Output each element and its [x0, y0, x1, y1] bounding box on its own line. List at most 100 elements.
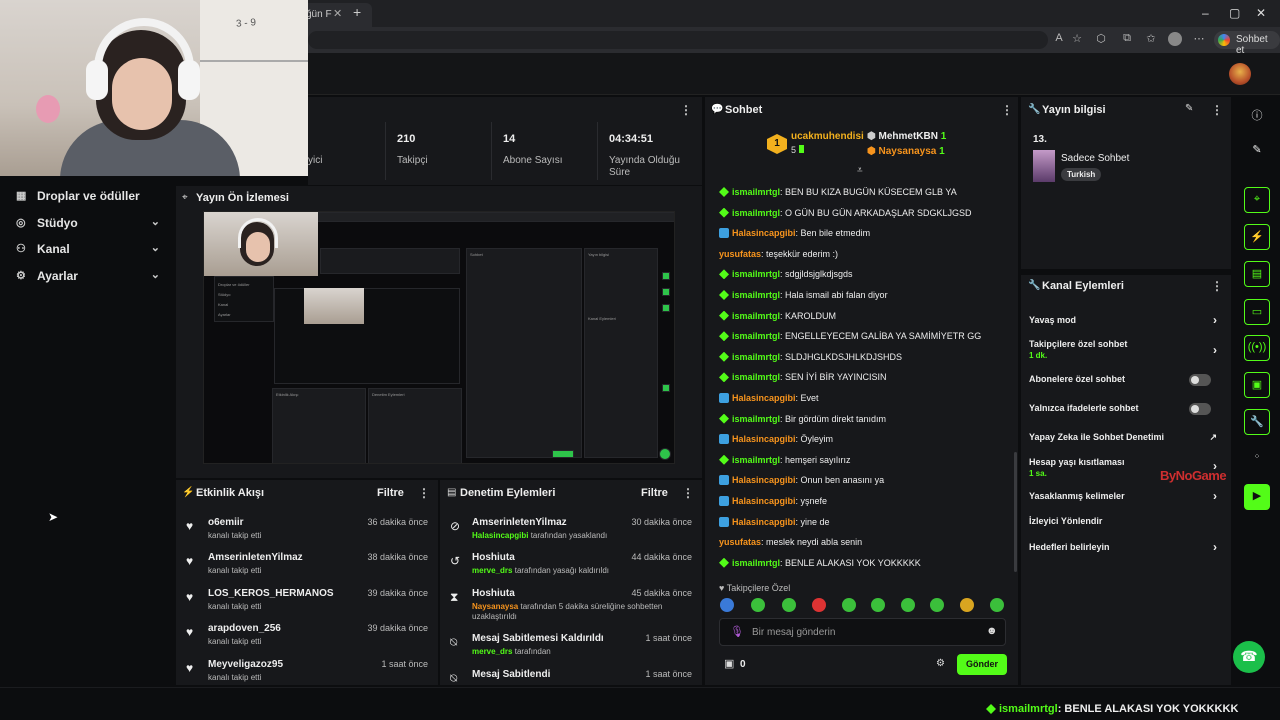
edit-icon[interactable]: ✎	[1185, 103, 1193, 114]
category-name[interactable]: Sadece Sohbet	[1061, 153, 1129, 164]
preview-toggle-icon[interactable]: ⌖	[1244, 187, 1270, 213]
chat-username[interactable]: ismailmrtgl	[732, 269, 780, 279]
chat-username[interactable]: ismailmrtgl	[732, 331, 780, 341]
emote-icon[interactable]	[990, 598, 1004, 612]
goals-row[interactable]: Hedefleri belirleyin ›	[1029, 540, 1225, 554]
lightning-icon[interactable]: ⚡	[1244, 224, 1270, 250]
store-icon[interactable]: ▣	[724, 657, 734, 670]
sidebar-item-studio[interactable]: ◎ Stüdyo ⌄	[16, 215, 166, 233]
activity-user[interactable]: Meyveligazoz95	[208, 659, 283, 670]
sidebar-item-channel[interactable]: ⚇ Kanal ⌄	[16, 241, 166, 259]
url-input[interactable]	[308, 31, 1048, 49]
top-user-3[interactable]: Naysanaysa	[879, 146, 937, 157]
microphone-icon[interactable]: 🎙	[730, 625, 744, 638]
emote-only-toggle[interactable]	[1189, 403, 1211, 415]
favorites-icon[interactable]: ✩	[1144, 32, 1158, 46]
new-tab-icon[interactable]: +	[353, 4, 361, 20]
banned-words-row[interactable]: Yasaklanmış kelimeler ›	[1029, 489, 1225, 503]
chat-username[interactable]: yusufatas	[719, 249, 761, 259]
sidebar-item-settings[interactable]: ⚙ Ayarlar ⌄	[16, 268, 166, 286]
maximize-icon[interactable]: ▢	[1229, 6, 1240, 20]
followers-chat-row[interactable]: Takipçilere özel sohbet 1 dk. ›	[1029, 339, 1225, 360]
ai-moderation-row[interactable]: Yapay Zeka ile Sohbet Denetimi ↗	[1029, 432, 1225, 442]
stream-preview-video[interactable]: Droplar ve ödüller Stüdyo Kanal Ayarlar …	[203, 211, 675, 464]
emote-icon[interactable]	[930, 598, 944, 612]
chat-scrollbar[interactable]	[1014, 452, 1017, 572]
chat-username[interactable]: Halasincapgibi	[732, 228, 796, 238]
top-gifter-name[interactable]: ucakmuhendisi	[791, 131, 864, 142]
chat-username[interactable]: ismailmrtgl	[732, 558, 780, 568]
user-avatar[interactable]	[1229, 63, 1251, 85]
category-thumbnail[interactable]	[1033, 150, 1055, 182]
activity-user[interactable]: arapdoven_256	[208, 623, 281, 634]
moderation-target[interactable]: Hoshiuta	[472, 552, 515, 563]
chat-username[interactable]: Halasincapgibi	[732, 517, 796, 527]
subscribers-chat-toggle[interactable]	[1189, 374, 1211, 386]
more-menu-icon[interactable]: ⋯	[1192, 32, 1206, 46]
chat-username[interactable]: ismailmrtgl	[732, 187, 780, 197]
copilot-chat-button[interactable]: Sohbet et	[1214, 31, 1280, 56]
chat-username[interactable]: ismailmrtgl	[732, 311, 780, 321]
emote-icon[interactable]	[751, 598, 765, 612]
moderation-target[interactable]: AmserinletenYilmaz	[472, 517, 567, 528]
chat-username[interactable]: Halasincapgibi	[732, 475, 796, 485]
extensions-icon[interactable]: ⬡	[1094, 32, 1108, 46]
raid-row[interactable]: İzleyici Yönlendir	[1029, 516, 1225, 526]
activity-user[interactable]: AmserinletenYilmaz	[208, 552, 303, 563]
moderation-actor[interactable]: merve_drs	[472, 566, 512, 575]
support-chat-icon[interactable]: ☎	[1233, 641, 1265, 673]
document-icon[interactable]: ▤	[1244, 261, 1270, 287]
read-aloud-icon[interactable]: A	[1052, 32, 1066, 46]
chat-username[interactable]: ismailmrtgl	[732, 455, 780, 465]
chat-username[interactable]: ismailmrtgl	[732, 352, 780, 362]
close-window-icon[interactable]: ✕	[1256, 6, 1266, 20]
chat-input[interactable]: 🎙 Bir mesaj gönderin ☻	[719, 618, 1006, 646]
emote-icon[interactable]	[842, 598, 856, 612]
chat-username[interactable]: ismailmrtgl	[732, 208, 780, 218]
favorite-star-icon[interactable]: ☆	[1070, 32, 1084, 46]
send-button[interactable]: Gönder	[957, 654, 1007, 675]
moderation-actor[interactable]: Naysanaysa	[472, 602, 518, 611]
chat-username[interactable]: Halasincapgibi	[732, 496, 796, 506]
info-icon[interactable]: ⓘ	[1244, 102, 1270, 128]
moderation-target[interactable]: Hoshiuta	[472, 588, 515, 599]
chat-username[interactable]: ismailmrtgl	[732, 290, 780, 300]
emote-icon[interactable]	[960, 598, 974, 612]
slow-mode-row[interactable]: Yavaş mod ›	[1029, 313, 1225, 327]
emote-icon[interactable]	[901, 598, 915, 612]
subscribers-chat-row[interactable]: Abonelere özel sohbet	[1029, 374, 1225, 386]
emote-only-row[interactable]: Yalnızca ifadelerle sohbet	[1029, 403, 1225, 415]
minimize-icon[interactable]: –	[1202, 6, 1209, 20]
emote-icon[interactable]	[782, 598, 796, 612]
store-icon[interactable]: ▣	[1244, 372, 1270, 398]
stats-menu-icon[interactable]: ⋮	[680, 103, 692, 117]
moderation-actor[interactable]: Halasincapgibi	[472, 531, 528, 540]
emote-icon[interactable]	[871, 598, 885, 612]
chat-icon[interactable]: ▭	[1244, 299, 1270, 325]
gear-icon[interactable]: ⚙	[936, 658, 945, 669]
emote-icon[interactable]	[720, 598, 734, 612]
split-screen-icon[interactable]: ⧉	[1120, 32, 1134, 46]
moderation-filter-button[interactable]: Filtre	[641, 487, 668, 499]
tag-badge[interactable]: Turkish	[1061, 168, 1102, 181]
chat-username[interactable]: ismailmrtgl	[732, 372, 780, 382]
chat-username[interactable]: ismailmrtgl	[732, 414, 780, 424]
broadcast-icon[interactable]: ((•))	[1244, 335, 1270, 361]
emoji-icon[interactable]: ☻	[986, 625, 998, 637]
chat-menu-icon[interactable]: ⋮	[1001, 103, 1013, 117]
emote-icon[interactable]	[812, 598, 826, 612]
chat-username[interactable]: Halasincapgibi	[732, 393, 796, 403]
chat-username[interactable]: yusufatas	[719, 537, 761, 547]
channel-actions-menu-icon[interactable]: ⋮	[1211, 279, 1223, 293]
sidebar-item-drops[interactable]: ▦ Droplar ve ödüller	[16, 188, 166, 206]
video-icon[interactable]: ▶	[1244, 484, 1270, 510]
stream-info-menu-icon[interactable]: ⋮	[1211, 103, 1223, 117]
activity-user[interactable]: o6emiir	[208, 517, 244, 528]
profile-avatar[interactable]	[1168, 32, 1182, 46]
wrench-icon[interactable]: 🔧	[1244, 409, 1270, 435]
collapse-icon[interactable]: ⩡	[857, 165, 863, 176]
close-tab-icon[interactable]: ✕	[333, 7, 342, 20]
moderation-actor[interactable]: merve_drs	[472, 647, 512, 656]
moderation-menu-icon[interactable]: ⋮	[682, 486, 694, 500]
chat-username[interactable]: Halasincapgibi	[732, 434, 796, 444]
